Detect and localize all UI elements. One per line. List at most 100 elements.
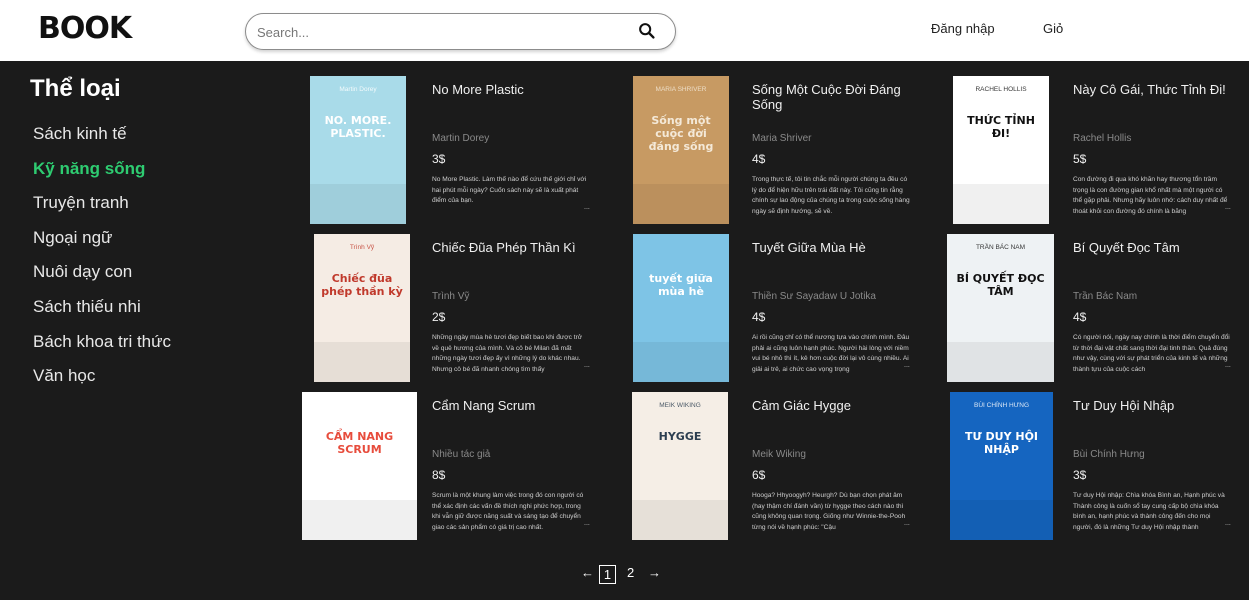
book-description: Những ngày mùa hè tươi đẹp biết bao khi … — [432, 334, 583, 373]
book-cover[interactable]: tuyết giữa mùa hè — [633, 234, 729, 382]
book-cover[interactable]: Sống một cuộc đời đáng sống MARIA SHRIVER — [633, 76, 729, 224]
cover-author: BÙI CHÍNH HƯNG — [973, 402, 1030, 409]
book-card[interactable]: Chiếc đũa phép thần kỳ Trình Vỹ Chiếc Đũa … — [302, 234, 602, 384]
book-author: Maria Shriver — [752, 133, 812, 144]
description-ellipsis: ... — [584, 520, 590, 527]
book-card[interactable]: HYGGE MEIK WIKING Cảm Giác Hygge Meik Wikin… — [622, 392, 922, 542]
book-title[interactable]: Cảm Giác Hygge — [752, 398, 917, 413]
header-bar: BOOK Đăng nhập Giỏ — [0, 0, 1249, 61]
category-item-ky-nang-song[interactable]: Kỹ năng sống — [33, 159, 171, 194]
book-author: Martin Dorey — [432, 133, 490, 144]
description-ellipsis: ... — [1225, 204, 1231, 211]
category-item-kinh-te[interactable]: Sách kinh tế — [33, 124, 171, 159]
book-title[interactable]: Này Cô Gái, Thức Tỉnh Đi! — [1073, 82, 1238, 97]
book-cover[interactable]: THỨC TỈNH ĐI! RACHEL HOLLIS — [953, 76, 1049, 224]
cover-title: BÍ QUYẾT ĐỌC TÂM — [956, 272, 1045, 298]
book-card[interactable]: Sống một cuộc đời đáng sống MARIA SHRIVER… — [622, 76, 922, 226]
logo-text: BOOK — [38, 11, 132, 46]
book-author: Meik Wiking — [752, 449, 806, 460]
cover-title: NO. MORE. PLASTIC. — [324, 114, 392, 140]
book-description: Con đường đi qua khó khăn hay thương tổn… — [1073, 176, 1228, 215]
book-author: Trình Vỹ — [432, 291, 470, 302]
book-price: 4$ — [752, 310, 766, 324]
prev-page-arrow-icon[interactable]: ← — [581, 565, 594, 580]
description-ellipsis: ... — [1225, 362, 1231, 369]
cover-author: TRẦN BÁC NAM — [975, 244, 1026, 251]
book-cover[interactable]: Chiếc đũa phép thần kỳ Trình Vỹ — [314, 234, 410, 382]
page-1-button[interactable]: 1 — [599, 565, 616, 584]
description-ellipsis: ... — [584, 362, 590, 369]
search-box — [245, 13, 676, 50]
cover-title: tuyết giữa mùa hè — [649, 272, 713, 298]
book-price: 2$ — [432, 310, 446, 324]
book-description: Scrum là một khung làm việc trong đó con… — [432, 492, 584, 531]
search-input[interactable] — [257, 22, 617, 42]
book-author: Bùi Chính Hưng — [1073, 449, 1145, 460]
book-author: Thiền Sư Sayadaw U Jotika — [752, 291, 876, 302]
book-cover[interactable]: NO. MORE. PLASTIC. Martin Dorey — [310, 76, 406, 224]
book-author: Nhiều tác giả — [432, 449, 491, 460]
book-price: 4$ — [752, 152, 766, 166]
book-cover[interactable]: BÍ QUYẾT ĐỌC TÂM TRẦN BÁC NAM — [947, 234, 1054, 382]
book-author: Rachel Hollis — [1073, 133, 1132, 144]
search-icon[interactable] — [636, 20, 658, 42]
category-item-thieu-nhi[interactable]: Sách thiếu nhi — [33, 297, 171, 332]
book-title[interactable]: Tuyết Giữa Mùa Hè — [752, 240, 917, 255]
book-price: 6$ — [752, 468, 766, 482]
cover-author: MARIA SHRIVER — [655, 86, 707, 93]
description-ellipsis: ... — [1225, 520, 1231, 527]
cart-link[interactable]: Giỏ — [1043, 21, 1063, 36]
cover-author: Martin Dorey — [339, 86, 377, 93]
book-description: Ai rồi cũng chỉ có thể nương tựa vào chí… — [752, 334, 910, 373]
site-logo[interactable]: BOOK — [38, 11, 132, 46]
description-ellipsis: ... — [904, 520, 910, 527]
cover-title: Sống một cuộc đời đáng sống — [648, 114, 714, 153]
book-description: Trong thực tế, tôi tin chắc mỗi người ch… — [752, 176, 910, 215]
description-ellipsis: ... — [584, 204, 590, 211]
next-page-arrow-icon[interactable]: → — [648, 565, 661, 580]
category-item-van-hoc[interactable]: Văn học — [33, 366, 171, 401]
book-cover[interactable]: HYGGE MEIK WIKING — [632, 392, 728, 540]
book-price: 3$ — [1073, 468, 1087, 482]
cover-title: Chiếc đũa phép thần kỳ — [321, 272, 403, 298]
book-title[interactable]: Chiếc Đũa Phép Thần Kì — [432, 240, 597, 255]
category-title: Thể loại — [30, 75, 121, 102]
book-cover[interactable]: TƯ DUY HỘI NHẬP BÙI CHÍNH HƯNG — [950, 392, 1053, 540]
book-price: 8$ — [432, 468, 446, 482]
book-title[interactable]: Tư Duy Hội Nhập — [1073, 398, 1238, 413]
category-item-nuoi-day-con[interactable]: Nuôi dạy con — [33, 262, 171, 297]
book-card[interactable]: tuyết giữa mùa hè Tuyết Giữa Mùa Hè Thiền … — [622, 234, 922, 384]
book-description: Có người nói, ngày nay chính là thời điể… — [1073, 334, 1230, 373]
category-item-bach-khoa[interactable]: Bách khoa tri thức — [33, 332, 171, 367]
cover-title: TƯ DUY HỘI NHẬP — [964, 430, 1039, 456]
page-2-button[interactable]: 2 — [627, 565, 634, 580]
category-item-truyen-tranh[interactable]: Truyện tranh — [33, 193, 171, 228]
cover-author: MEIK WIKING — [659, 402, 701, 409]
book-card[interactable]: NO. MORE. PLASTIC. Martin Dorey No More Pl… — [302, 76, 602, 226]
book-description: No More Plastic. Làm thế nào để cứu thế … — [432, 176, 587, 204]
book-card[interactable]: TƯ DUY HỘI NHẬP BÙI CHÍNH HƯNG Tư Duy Hội … — [943, 392, 1243, 542]
cover-author: RACHEL HOLLIS — [975, 86, 1027, 93]
cover-title: CẨM NANG SCRUM — [325, 430, 394, 456]
book-description: Hooga? Hhyoogyh? Heurgh? Dù bạn chọn phá… — [752, 492, 906, 531]
book-title[interactable]: Cẩm Nang Scrum — [432, 398, 597, 413]
book-title[interactable]: No More Plastic — [432, 82, 597, 97]
cover-title: HYGGE — [658, 430, 702, 443]
book-title[interactable]: Sống Một Cuộc Đời Đáng Sống — [752, 82, 917, 112]
book-author: Trần Bác Nam — [1073, 291, 1138, 302]
book-price: 4$ — [1073, 310, 1087, 324]
book-title[interactable]: Bí Quyết Đọc Tâm — [1073, 240, 1238, 255]
book-price: 5$ — [1073, 152, 1087, 166]
cover-title: THỨC TỈNH ĐI! — [967, 114, 1035, 140]
book-price: 3$ — [432, 152, 446, 166]
login-link[interactable]: Đăng nhập — [931, 21, 995, 36]
book-card[interactable]: THỨC TỈNH ĐI! RACHEL HOLLIS Này Cô Gái, Th… — [943, 76, 1243, 226]
cover-author: Trình Vỹ — [349, 244, 375, 251]
book-description: Tư duy Hội nhập: Chìa khóa Bình an, Hạnh… — [1073, 492, 1225, 531]
category-list: Sách kinh tế Kỹ năng sống Truyện tranh N… — [33, 124, 171, 401]
book-card[interactable]: BÍ QUYẾT ĐỌC TÂM TRẦN BÁC NAM Bí Quyết Đọc… — [943, 234, 1243, 384]
description-ellipsis: ... — [904, 362, 910, 369]
book-cover[interactable]: CẨM NANG SCRUM — [302, 392, 417, 540]
category-item-ngoai-ngu[interactable]: Ngoại ngữ — [33, 228, 171, 263]
book-card[interactable]: CẨM NANG SCRUM Cẩm Nang Scrum Nhiều tác gi… — [302, 392, 602, 542]
